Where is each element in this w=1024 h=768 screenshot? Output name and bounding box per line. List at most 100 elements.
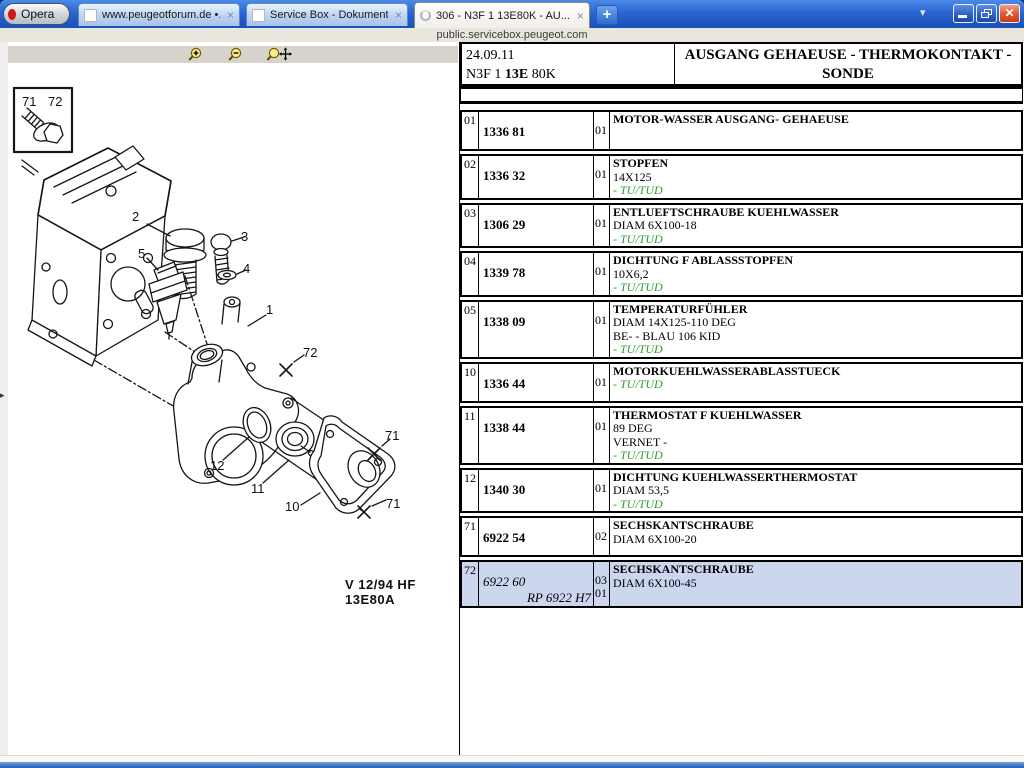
part-qty: 01: [594, 253, 610, 295]
part-number: 1336 44: [479, 364, 594, 401]
zoom-in-icon[interactable]: [186, 47, 212, 62]
callout-72: 72: [303, 345, 317, 360]
part-ref: 02: [462, 156, 479, 198]
window-menu-chevron-icon[interactable]: ▾: [920, 6, 926, 19]
new-tab-button[interactable]: +: [596, 5, 618, 25]
table-row[interactable]: 726922 60RP 6922 H70301SECHSKANTSCHRAUBE…: [460, 560, 1023, 608]
part-qty: 01: [594, 408, 610, 463]
part-description: STOPFEN14X125- TU/TUD: [610, 156, 1021, 198]
part-number-extra: RP 6922 H7: [483, 590, 591, 606]
tab-servicebox-doc[interactable]: Service Box - Dokumenta... ×: [246, 3, 408, 26]
table-title: AUSGANG GEHAEUSE - THERMOKONTAKT - SONDE: [675, 44, 1021, 84]
part-number: 1306 29: [479, 205, 594, 247]
part-number: 6922 60RP 6922 H7: [479, 562, 594, 606]
tab-close-icon[interactable]: ×: [577, 11, 584, 21]
zoom-out-icon[interactable]: [226, 47, 252, 62]
callout-71a: 71: [385, 428, 399, 443]
part-ref: 01: [462, 112, 479, 149]
legend-label-71: 71: [22, 94, 36, 109]
callout-2: 2: [132, 209, 139, 224]
part-number: 1338 44: [479, 408, 594, 463]
tab-title: www.peugeotforum.de •...: [102, 9, 220, 21]
callout-1: 1: [266, 302, 273, 317]
address-bar[interactable]: public.servicebox.peugeot.com: [0, 28, 1024, 42]
opera-logo-icon: [8, 9, 16, 20]
loading-circle-favicon-icon: [420, 10, 431, 21]
table-header: 24.09.11 N3F 1 13E 80K AUSGANG GEHAEUSE …: [460, 42, 1023, 86]
parts-diagram: 71 72 2 3 4 5 1 72 12 11 10 71 71 V 12/9…: [8, 62, 458, 607]
table-title-line2: SONDE: [675, 65, 1021, 84]
table-separator-bar: [460, 86, 1023, 104]
part-qty: 01: [594, 205, 610, 247]
browser-window: Opera www.peugeotforum.de •... × Service…: [0, 0, 1024, 768]
table-row[interactable]: 011336 8101MOTOR-WASSER AUSGANG- GEHAEUS…: [460, 110, 1023, 151]
part-description: ENTLUEFTSCHRAUBE KUEHLWASSERDIAM 6X100-1…: [610, 205, 1021, 247]
tab-306-active[interactable]: 306 - N3F 1 13E80K - AU... ×: [414, 2, 590, 28]
tab-close-icon[interactable]: ×: [395, 10, 402, 20]
opera-button-label: Opera: [21, 7, 54, 21]
table-row[interactable]: 716922 5402SECHSKANTSCHRAUBEDIAM 6X100-2…: [460, 516, 1023, 557]
restore-button[interactable]: [976, 4, 997, 23]
part-ref: 04: [462, 253, 479, 295]
title-bar: Opera www.peugeotforum.de •... × Service…: [0, 0, 1024, 28]
part-ref: 71: [462, 518, 479, 555]
callout-11: 11: [251, 481, 265, 496]
part-ref: 12: [462, 470, 479, 512]
part-ref: 05: [462, 302, 479, 357]
part-number: 1339 78: [479, 253, 594, 295]
date-text: 24.09.11: [466, 46, 670, 65]
diagram-version-text: V 12/94 HF 13E80A: [345, 577, 458, 607]
panel-expand-arrow-icon[interactable]: ▸: [0, 390, 5, 401]
part-description: THERMOSTAT F KUEHLWASSER89 DEGVERNET -- …: [610, 408, 1021, 463]
table-row[interactable]: 031306 2901ENTLUEFTSCHRAUBE KUEHLWASSERD…: [460, 203, 1023, 249]
tab-close-icon[interactable]: ×: [227, 10, 234, 20]
table-row[interactable]: 051338 0901TEMPERATURFÜHLERDIAM 14X125-1…: [460, 300, 1023, 359]
part-number: 6922 54: [479, 518, 594, 555]
part-description: MOTORKUEHLWASSERABLASSTUECK- TU/TUD: [610, 364, 1021, 401]
callout-3: 3: [241, 229, 248, 244]
table-title-line1: AUSGANG GEHAEUSE - THERMOKONTAKT -: [675, 46, 1021, 65]
table-header-left: 24.09.11 N3F 1 13E 80K: [462, 44, 675, 84]
part-number: 1338 09: [479, 302, 594, 357]
tab-peugeotforum[interactable]: www.peugeotforum.de •... ×: [78, 3, 240, 26]
window-bottom-strip: [0, 755, 1024, 762]
table-row[interactable]: 121340 3001DICHTUNG KUEHLWASSERTHERMOSTA…: [460, 468, 1023, 514]
callout-5: 5: [138, 246, 145, 261]
zoom-pan-icon[interactable]: [266, 47, 292, 62]
model-text: N3F 1 13E 80K: [466, 65, 670, 84]
table-row[interactable]: 021336 3201STOPFEN14X125- TU/TUD: [460, 154, 1023, 200]
callout-12: 12: [210, 458, 224, 473]
table-row[interactable]: 101336 4401MOTORKUEHLWASSERABLASSTUECK- …: [460, 362, 1023, 403]
part-qty: 01: [594, 156, 610, 198]
tab-title: 306 - N3F 1 13E80K - AU...: [436, 10, 570, 22]
callout-71b: 71: [386, 496, 400, 511]
table-row[interactable]: 041339 7801DICHTUNG F ABLASSSTOPFEN10X6,…: [460, 251, 1023, 297]
part-qty: 01: [594, 470, 610, 512]
page-content: ▸: [0, 42, 1024, 755]
legend-label-72: 72: [48, 94, 62, 109]
tab-title: Service Box - Dokumenta...: [270, 9, 388, 21]
parts-rows: 011336 8101MOTOR-WASSER AUSGANG- GEHAEUS…: [460, 110, 1023, 611]
part-ref: 11: [462, 408, 479, 463]
peugeot-lion-favicon-icon: [84, 9, 97, 22]
part-qty: 01: [594, 112, 610, 149]
part-number: 1340 30: [479, 470, 594, 512]
part-description: MOTOR-WASSER AUSGANG- GEHAEUSE: [610, 112, 1021, 149]
part-ref: 10: [462, 364, 479, 401]
part-description: DICHTUNG F ABLASSSTOPFEN10X6,2- TU/TUD: [610, 253, 1021, 295]
part-qty: 0301: [594, 562, 610, 606]
part-ref: 03: [462, 205, 479, 247]
part-ref: 72: [462, 562, 479, 606]
part-description: SECHSKANTSCHRAUBEDIAM 6X100-45: [610, 562, 1021, 606]
window-bottom-border: [0, 762, 1024, 768]
part-description: SECHSKANTSCHRAUBEDIAM 6X100-20: [610, 518, 1021, 555]
diagram-zoom-toolbar: [8, 46, 458, 63]
peugeot-lion-favicon-icon: [252, 9, 265, 22]
close-button[interactable]: ✕: [999, 4, 1020, 23]
parts-table-panel: 24.09.11 N3F 1 13E 80K AUSGANG GEHAEUSE …: [459, 42, 1023, 755]
minimize-button[interactable]: [953, 4, 974, 23]
part-qty: 01: [594, 364, 610, 401]
part-description: DICHTUNG KUEHLWASSERTHERMOSTATDIAM 53,5-…: [610, 470, 1021, 512]
opera-menu-button[interactable]: Opera: [3, 3, 70, 25]
table-row[interactable]: 111338 4401THERMOSTAT F KUEHLWASSER89 DE…: [460, 406, 1023, 465]
